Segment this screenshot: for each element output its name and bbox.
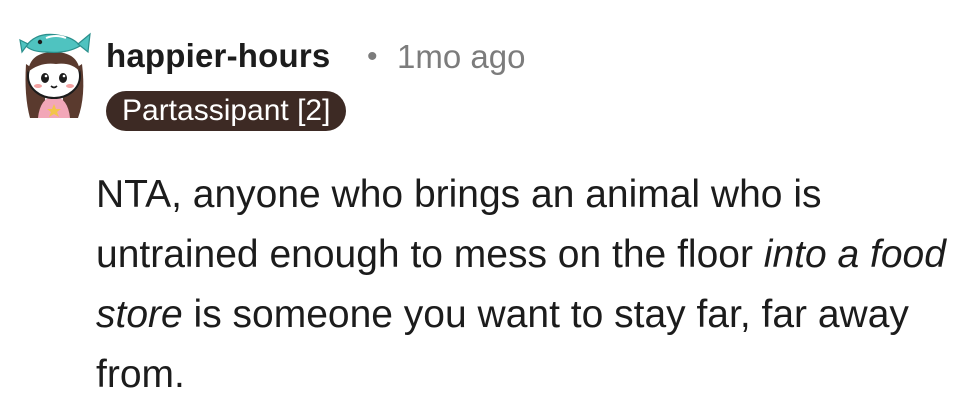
- comment-timestamp[interactable]: 1mo ago: [397, 38, 525, 76]
- snoo-avatar-icon: [19, 32, 91, 118]
- comment-body: NTA, anyone who brings an animal who is …: [96, 165, 951, 405]
- user-flair-badge: Partassipant [2]: [106, 91, 347, 131]
- author-username[interactable]: happier-hours: [106, 37, 330, 75]
- user-avatar[interactable]: [16, 26, 92, 122]
- comment-body-text: is someone you want to stay far, far awa…: [96, 293, 909, 396]
- comment-body-text: NTA, anyone who brings an animal who is …: [96, 173, 822, 276]
- comment: happier-hours • 1mo ago Partassipant [2]…: [0, 0, 961, 402]
- meta-separator: •: [367, 40, 378, 73]
